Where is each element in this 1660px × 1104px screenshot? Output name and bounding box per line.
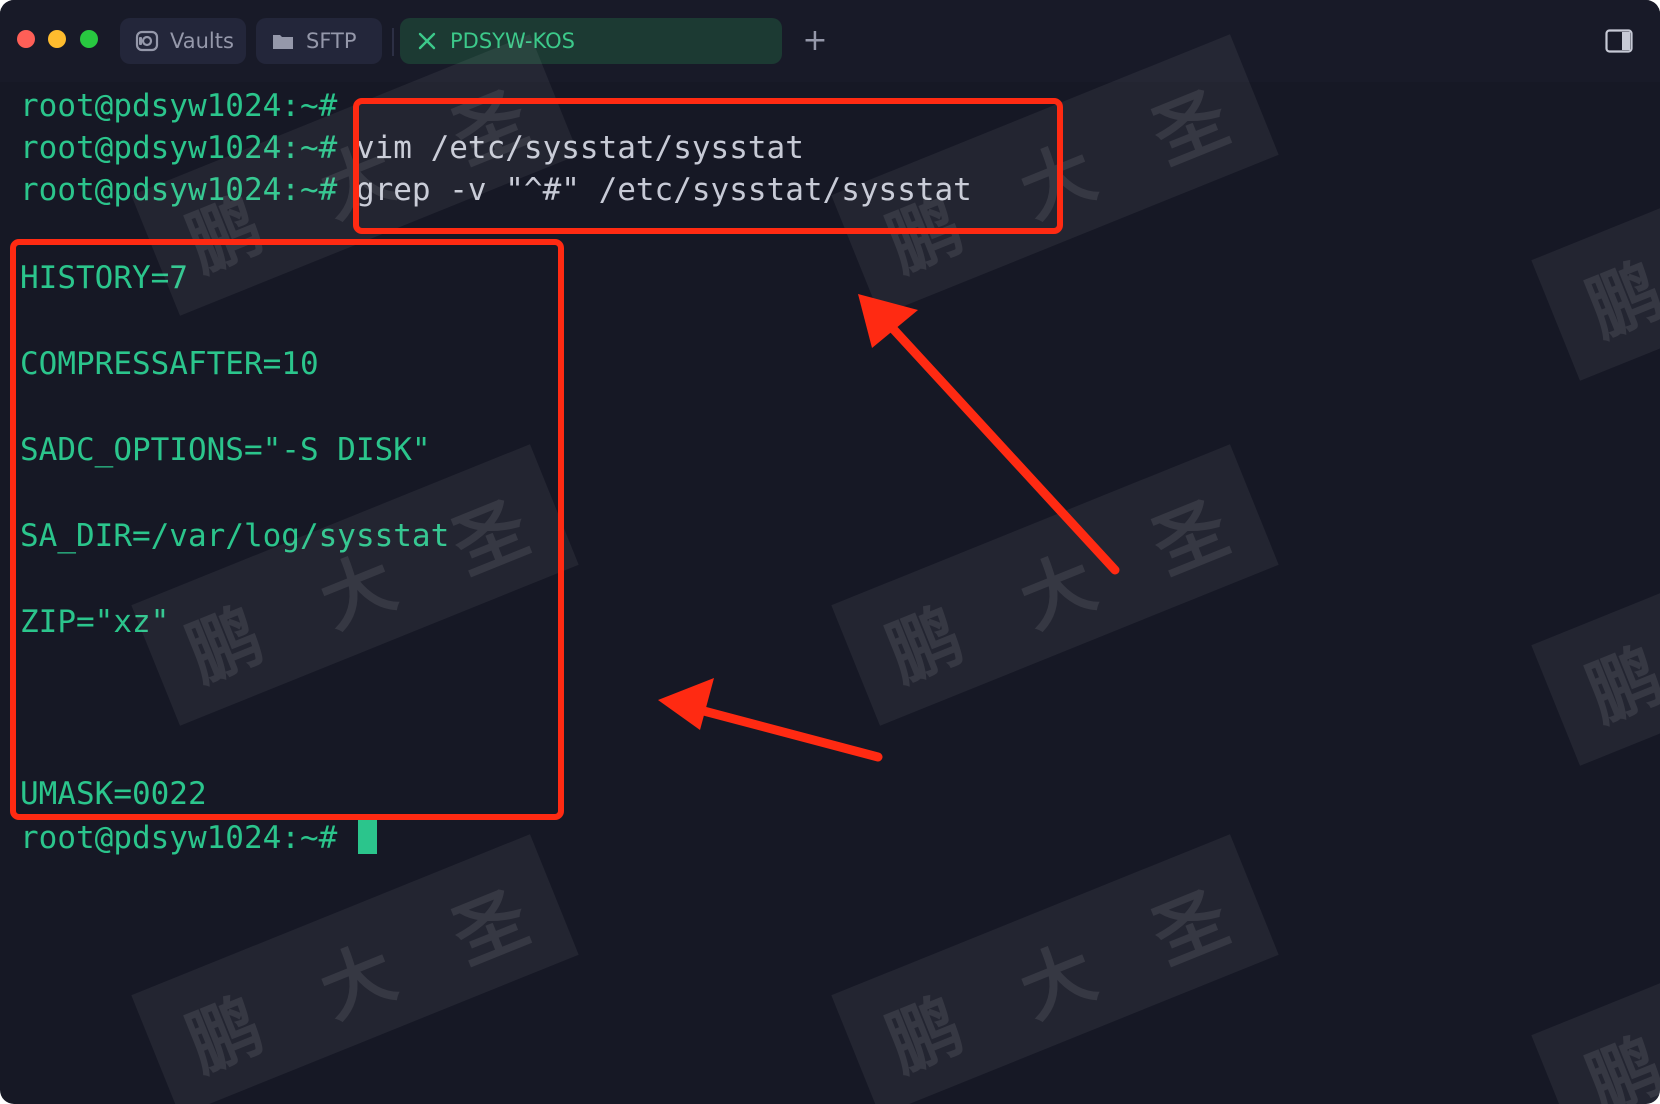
zoom-window-button[interactable] xyxy=(80,30,98,48)
terminal-line: root@pdsyw1024:~# xyxy=(20,818,337,858)
minimize-window-button[interactable] xyxy=(48,30,66,48)
tab-vaults[interactable]: Vaults xyxy=(120,18,246,64)
output-line: COMPRESSAFTER=10 xyxy=(20,346,319,382)
shell-prompt: root@pdsyw1024:~# xyxy=(20,130,338,166)
shell-command: vim /etc/sysstat/sysstat xyxy=(337,130,804,166)
close-window-button[interactable] xyxy=(17,30,35,48)
terminal-line: root@pdsyw1024:~# xyxy=(20,86,337,126)
tab-sftp[interactable]: SFTP xyxy=(256,18,382,64)
terminal-line: root@pdsyw1024:~# grep -v "^#" /etc/syss… xyxy=(20,170,972,210)
shell-prompt: root@pdsyw1024:~# xyxy=(20,172,338,208)
terminal-window: Vaults SFTP PDSYW-KOS + root@pdsyw1024:~… xyxy=(0,0,1660,1104)
tab-pdsyw-kos-label: PDSYW-KOS xyxy=(450,29,575,53)
new-tab-button[interactable]: + xyxy=(800,24,830,58)
output-line: UMASK=0022 xyxy=(20,776,207,812)
folder-icon xyxy=(270,28,296,54)
output-line: SA_DIR=/var/log/sysstat xyxy=(20,518,450,554)
shell-prompt: root@pdsyw1024:~# xyxy=(20,88,338,124)
terminal-x-icon xyxy=(414,28,440,54)
sidebar-toggle-icon[interactable] xyxy=(1605,29,1633,53)
tab-divider xyxy=(392,28,394,56)
tab-pdsyw-kos[interactable]: PDSYW-KOS xyxy=(400,18,782,64)
tab-vaults-label: Vaults xyxy=(170,29,234,53)
terminal-cursor xyxy=(358,816,377,854)
output-line: SADC_OPTIONS="-S DISK" xyxy=(20,432,431,468)
title-bar: Vaults SFTP PDSYW-KOS + xyxy=(0,0,1660,82)
terminal-line: root@pdsyw1024:~# vim /etc/sysstat/sysst… xyxy=(20,128,804,168)
output-line: ZIP="xz" xyxy=(20,604,170,640)
vault-icon xyxy=(134,28,160,54)
tab-sftp-label: SFTP xyxy=(306,29,357,53)
terminal-output[interactable]: root@pdsyw1024:~# root@pdsyw1024:~# vim … xyxy=(20,82,1640,1092)
shell-command: grep -v "^#" /etc/sysstat/sysstat xyxy=(337,172,972,208)
output-line: HISTORY=7 xyxy=(20,260,188,296)
shell-prompt: root@pdsyw1024:~# xyxy=(20,820,338,856)
